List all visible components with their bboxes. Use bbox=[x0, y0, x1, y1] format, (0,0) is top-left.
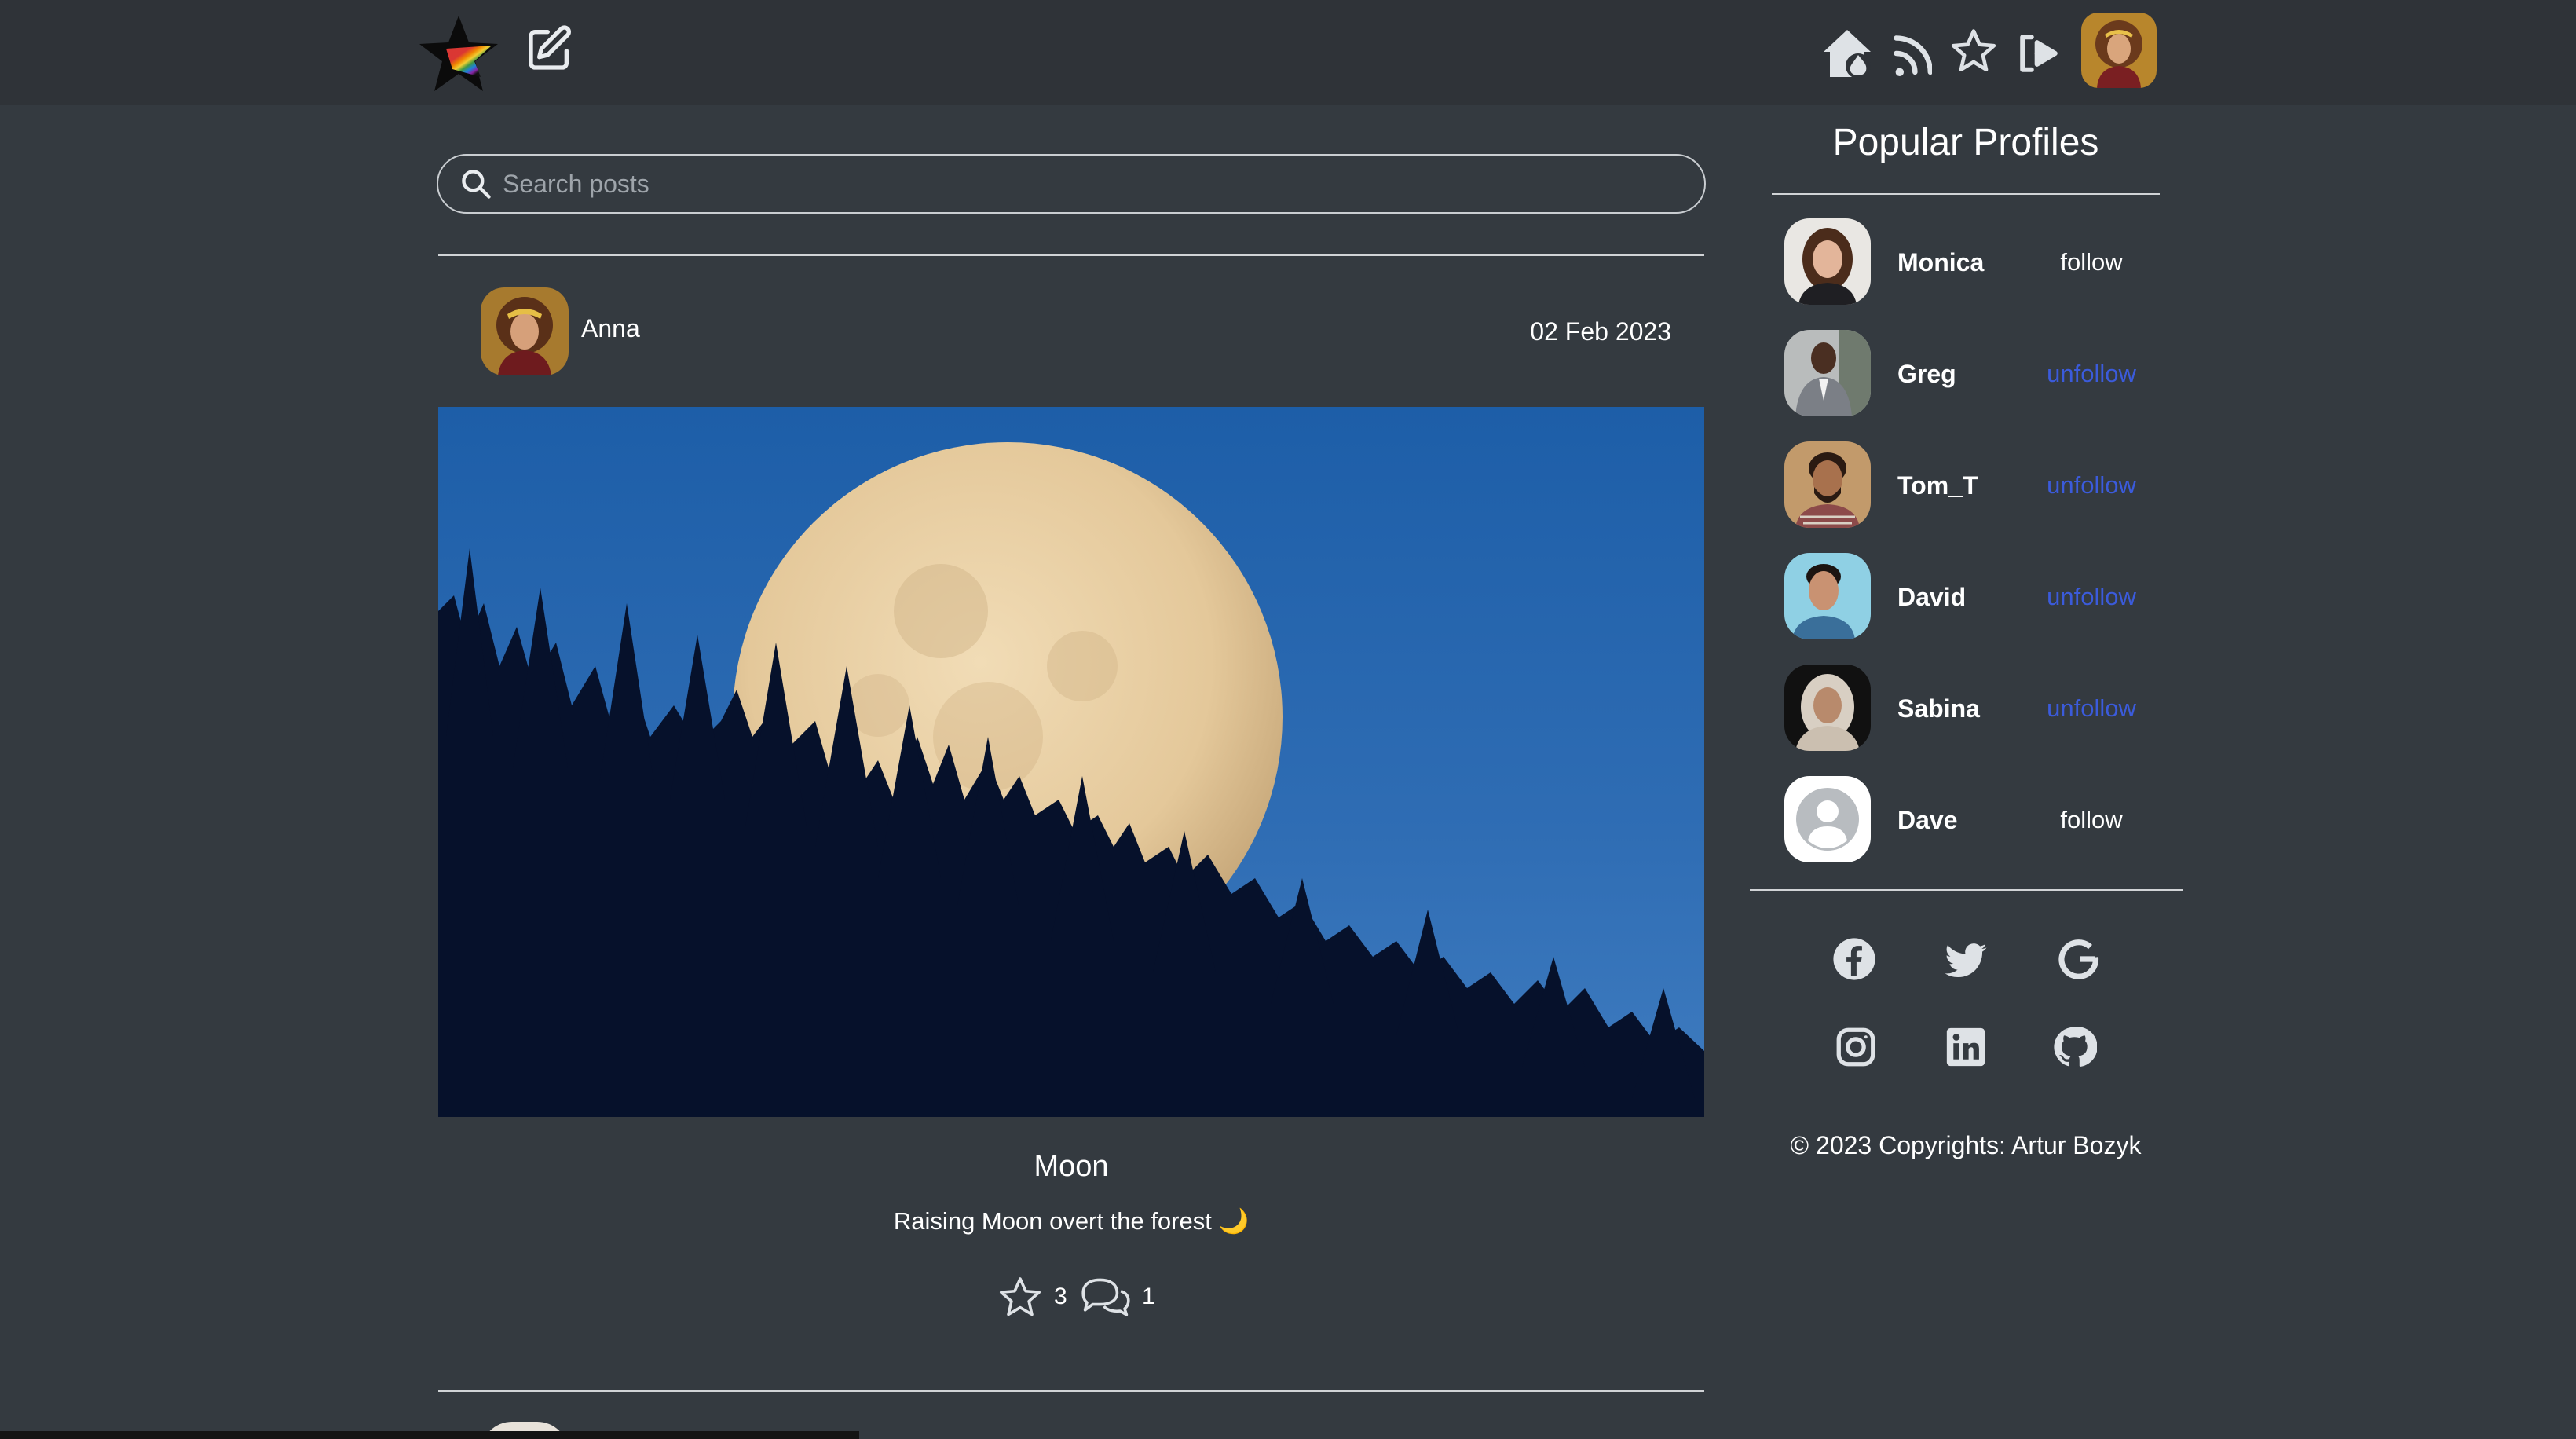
search-icon bbox=[459, 167, 493, 201]
search-bar[interactable] bbox=[437, 154, 1706, 214]
divider bbox=[438, 1390, 1704, 1392]
star-count: 3 bbox=[1054, 1283, 1067, 1309]
default-avatar-icon[interactable] bbox=[1784, 776, 1871, 862]
profile-row: Monica follow bbox=[1784, 218, 2146, 305]
logout-icon[interactable] bbox=[2015, 17, 2062, 90]
follow-button[interactable]: follow bbox=[2042, 806, 2141, 834]
post-title: Moon bbox=[1034, 1150, 1109, 1183]
profile-avatar[interactable] bbox=[1784, 553, 1871, 639]
twitter-icon[interactable] bbox=[1943, 938, 1989, 983]
divider bbox=[1750, 889, 2183, 891]
popular-profiles-title: Popular Profiles bbox=[1832, 122, 2099, 163]
profile-name[interactable]: Greg bbox=[1897, 360, 1956, 389]
search-input[interactable] bbox=[503, 163, 1681, 204]
post-description: Raising Moon overt the forest 🌙 bbox=[893, 1207, 1250, 1235]
post-date: 02 Feb 2023 bbox=[1530, 317, 1671, 346]
unfollow-button[interactable]: unfollow bbox=[2042, 471, 2141, 500]
divider bbox=[438, 254, 1704, 256]
bottom-bar bbox=[0, 1431, 859, 1439]
profile-avatar[interactable] bbox=[1784, 330, 1871, 416]
unfollow-button[interactable]: unfollow bbox=[2042, 694, 2141, 723]
profile-avatar[interactable] bbox=[1784, 441, 1871, 528]
linkedin-icon[interactable] bbox=[1943, 1024, 1989, 1070]
home-fire-icon[interactable] bbox=[1820, 17, 1874, 90]
comments-icon[interactable] bbox=[1078, 1274, 1134, 1320]
profile-avatar[interactable] bbox=[1784, 665, 1871, 751]
post-image[interactable] bbox=[438, 407, 1704, 1117]
top-navbar bbox=[0, 0, 2576, 105]
profile-name[interactable]: David bbox=[1897, 583, 1966, 612]
brand-logo-icon[interactable] bbox=[416, 11, 501, 96]
star-icon[interactable] bbox=[1949, 17, 1998, 90]
divider bbox=[1772, 193, 2160, 195]
profile-row: David unfollow bbox=[1784, 553, 2146, 639]
facebook-icon[interactable] bbox=[1831, 936, 1877, 982]
profile-name[interactable]: Monica bbox=[1897, 248, 1984, 277]
star-icon[interactable] bbox=[997, 1274, 1043, 1320]
github-icon[interactable] bbox=[2051, 1024, 2098, 1070]
post-author-name[interactable]: Anna bbox=[581, 314, 640, 343]
unfollow-button[interactable]: unfollow bbox=[2042, 583, 2141, 611]
follow-button[interactable]: follow bbox=[2042, 248, 2141, 276]
copyright-text: © 2023 Copyrights: Artur Bozyk bbox=[1790, 1131, 2142, 1159]
profile-row: Tom_T unfollow bbox=[1784, 441, 2146, 528]
unfollow-button[interactable]: unfollow bbox=[2042, 360, 2141, 388]
user-avatar[interactable] bbox=[2081, 13, 2157, 88]
profile-row: Greg unfollow bbox=[1784, 330, 2146, 416]
post-author-avatar[interactable] bbox=[481, 287, 569, 375]
profile-name[interactable]: Dave bbox=[1897, 806, 1958, 835]
profile-row: Sabina unfollow bbox=[1784, 665, 2146, 751]
profile-name[interactable]: Tom_T bbox=[1897, 471, 1978, 500]
profile-name[interactable]: Sabina bbox=[1897, 694, 1980, 723]
edit-post-icon[interactable] bbox=[525, 24, 575, 74]
profile-row: Dave follow bbox=[1784, 776, 2146, 862]
comment-count: 1 bbox=[1142, 1283, 1155, 1309]
instagram-icon[interactable] bbox=[1833, 1024, 1879, 1070]
rss-icon[interactable] bbox=[1891, 17, 1934, 90]
google-icon[interactable] bbox=[2056, 936, 2102, 982]
profile-avatar[interactable] bbox=[1784, 218, 1871, 305]
